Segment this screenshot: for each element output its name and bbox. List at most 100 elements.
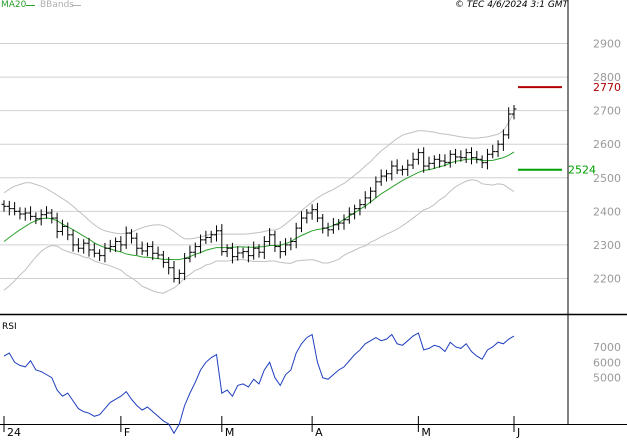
rsi-tick-label-7000: 7000: [593, 341, 621, 354]
ohlc-bar: [437, 153, 443, 168]
ohlc-bar: [320, 214, 326, 234]
rsi-tick-label-6000: 6000: [593, 356, 621, 369]
ohlc-bar: [224, 244, 230, 257]
y-tick-label-2700: 2700: [593, 105, 621, 118]
x-tick-label-A: A: [315, 426, 323, 439]
ohlc-bar: [17, 207, 23, 220]
ohlc-bar: [107, 239, 113, 253]
ma20-series: [3, 151, 515, 261]
axes: 2200 2300 2400 2500 2600 2700 2800 2900: [0, 0, 627, 425]
ohlc-bar: [59, 219, 65, 236]
ohlc-bar: [309, 204, 315, 220]
ohlc-bar: [495, 140, 501, 157]
ohlc-bar: [240, 247, 246, 259]
x-tick-label-M: M: [421, 426, 431, 439]
ohlc-bar: [410, 152, 416, 170]
rsi-series: [3, 332, 515, 435]
ohlc-bar: [33, 212, 39, 225]
ohlc-bar: [490, 144, 496, 159]
ohlc-bar: [500, 129, 506, 151]
ohlc-bar: [22, 207, 28, 221]
ohlc-bar: [44, 206, 49, 219]
y-tick-label-2200: 2200: [593, 272, 621, 285]
y-tick-label-2800: 2800: [593, 71, 621, 84]
ohlc-bar: [384, 169, 389, 182]
ohlc-bar: [405, 159, 411, 177]
x-tick-label-F: F: [124, 426, 130, 439]
rsi-title: RSI: [2, 322, 17, 332]
ohlc-bar: [219, 224, 225, 256]
marker-label-2524: 2524: [568, 164, 596, 177]
ohlc-bar: [54, 212, 60, 239]
ohlc-bar: [65, 222, 71, 241]
ohlc-bar: [134, 232, 140, 255]
ohlc-bar: [469, 147, 474, 165]
ohlc-bars: [1, 104, 517, 284]
ohlc-bar: [474, 150, 480, 164]
ohlc-bar: [118, 236, 124, 252]
ohlc-bar: [28, 206, 34, 221]
ohlc-bar: [511, 104, 517, 120]
bband-upper: [3, 112, 515, 240]
ohlc-bar: [346, 207, 352, 224]
ohlc-bar: [506, 107, 512, 139]
ohlc-bar: [235, 246, 241, 261]
ohlc-bar: [97, 249, 103, 261]
bollinger-bands: [3, 112, 515, 294]
ohlc-bar: [394, 159, 400, 175]
ohlc-bar: [277, 241, 283, 259]
y-tick-label-2600: 2600: [593, 138, 621, 151]
ohlc-bar: [256, 244, 262, 258]
ohlc-bar: [336, 219, 342, 231]
ohlc-bar: [261, 236, 267, 259]
ohlc-bar: [171, 260, 177, 283]
ohlc-bar: [431, 155, 437, 169]
ohlc-bar: [1, 200, 7, 212]
ohlc-bar: [208, 230, 214, 243]
ohlc-bar: [214, 225, 219, 242]
ohlc-bar: [12, 201, 18, 216]
ohlc-bar: [447, 150, 453, 168]
ohlc-bar: [283, 238, 289, 256]
ohlc-bar: [182, 252, 188, 281]
ma20-line: [3, 151, 515, 261]
price-markers: 27702524: [518, 81, 621, 177]
ohlc-bar: [463, 148, 469, 164]
y-tick-label-2500: 2500: [593, 172, 621, 185]
bband-lower: [3, 179, 515, 294]
y-tick-label-2400: 2400: [593, 205, 621, 218]
ohlc-bar: [479, 155, 485, 169]
y-tick-label-2900: 2900: [593, 38, 621, 51]
x-tick-label-J: J: [516, 426, 520, 439]
ohlc-bar: [415, 148, 421, 165]
ohlc-bar: [81, 239, 87, 254]
price-chart: 27702524 2200 2300 2400 2500 2600 2700 2800 290…: [0, 0, 627, 439]
ohlc-bar: [288, 237, 294, 251]
rsi-tick-label-5000: 5000: [593, 372, 621, 385]
ohlc-bar: [373, 176, 379, 198]
ohlc-bar: [187, 245, 193, 263]
ohlc-bar: [299, 211, 304, 233]
ohlc-bar: [150, 241, 156, 260]
ohlc-bar: [421, 147, 427, 173]
ohlc-bar: [362, 191, 368, 209]
x-tick-label-24: 24: [7, 426, 21, 439]
ohlc-bar: [251, 241, 257, 260]
ohlc-bar: [399, 165, 405, 176]
ohlc-bar: [139, 241, 145, 255]
ohlc-bar: [6, 200, 12, 216]
ohlc-bar: [357, 199, 363, 216]
ohlc-bar: [70, 229, 76, 252]
ohlc-bar: [272, 230, 278, 252]
x-tick-label-M: M: [225, 426, 235, 439]
ohlc-bar: [341, 214, 347, 230]
ohlc-bar: [426, 156, 432, 171]
x-axis: 24 F M A M J: [3, 416, 520, 439]
ohlc-bar: [155, 246, 161, 259]
ohlc-bar: [123, 226, 129, 249]
y-tick-label-2300: 2300: [593, 239, 621, 252]
ohlc-bar: [325, 222, 331, 237]
ohlc-bar: [102, 242, 108, 263]
ohlc-bar: [314, 202, 320, 223]
ohlc-bar: [484, 148, 490, 170]
